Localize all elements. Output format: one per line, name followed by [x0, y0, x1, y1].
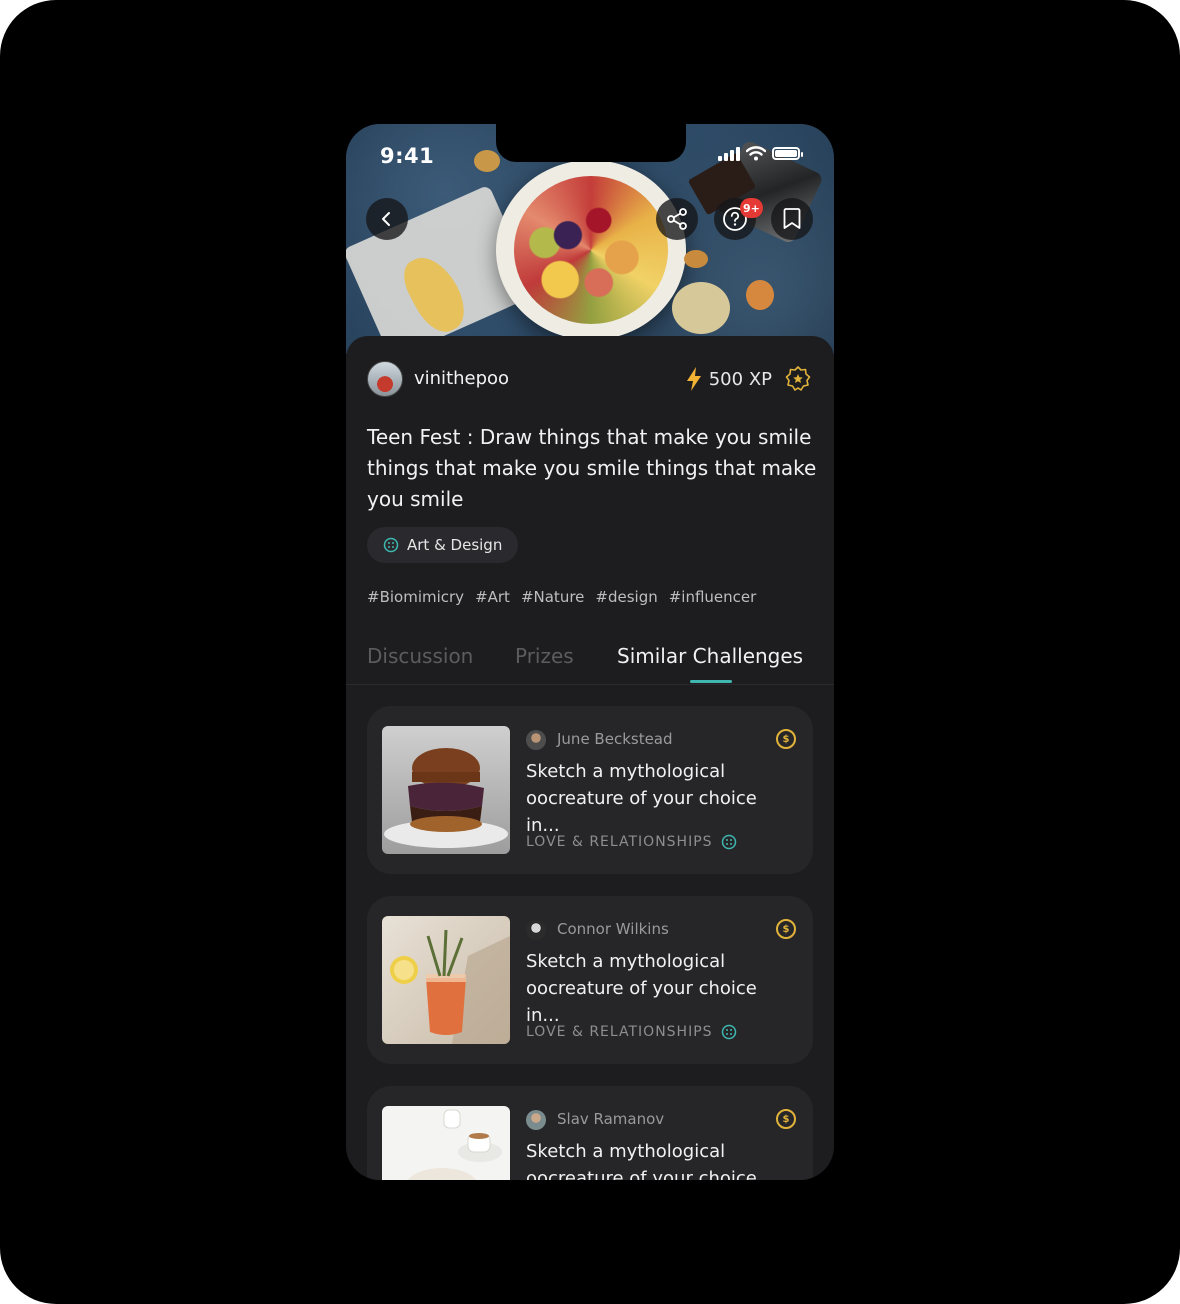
- card-category-label: LOVE & RELATIONSHIPS: [526, 1024, 713, 1040]
- author-name: Connor Wilkins: [557, 920, 669, 938]
- username[interactable]: vinithepoo: [414, 368, 509, 389]
- challenge-card[interactable]: Connor Wilkins $ Sketch a mythological o…: [367, 896, 813, 1064]
- lightning-icon: [686, 367, 701, 391]
- tab-discussion[interactable]: Discussion: [367, 644, 473, 668]
- author-avatar: [526, 920, 546, 940]
- hashtag[interactable]: #Art: [475, 588, 510, 606]
- petal-shape: [684, 250, 708, 268]
- card-title: Sketch a mythological oocreature of your…: [526, 1141, 757, 1180]
- author-avatar: [526, 1110, 546, 1130]
- card-category: LOVE & RELATIONSHIPS: [526, 834, 737, 850]
- xp-reward: 500 XP: [685, 366, 772, 392]
- content-sheet: vinithepoo 500 XP Teen Fest : Draw thing…: [346, 336, 834, 1180]
- category-icon: [721, 1024, 736, 1040]
- avatar[interactable]: [367, 361, 403, 397]
- petal-shape: [746, 280, 774, 310]
- signal-icon: [718, 146, 740, 161]
- tab-prizes[interactable]: Prizes: [515, 644, 574, 668]
- tab-similar-challenges[interactable]: Similar Challenges: [617, 644, 803, 668]
- hashtag[interactable]: #Nature: [521, 588, 584, 606]
- challenge-card[interactable]: June Beckstead $ Sketch a mythological o…: [367, 706, 813, 874]
- coffee-image: [382, 1106, 510, 1180]
- coin-icon: $: [776, 729, 796, 749]
- fruit-bowl-shape: [514, 176, 668, 324]
- notch: [496, 124, 686, 162]
- active-tab-indicator: [690, 680, 732, 683]
- coffee-illustration: [408, 1109, 502, 1180]
- hashtag-list: #Biomimicry #Art #Nature #design #influe…: [367, 588, 756, 606]
- xp-value: 500 XP: [708, 368, 772, 390]
- chevron-left-icon: [382, 212, 390, 226]
- status-time: 9:41: [380, 144, 435, 168]
- hashtag[interactable]: #design: [595, 588, 657, 606]
- bookmark-button[interactable]: [771, 198, 813, 240]
- author-avatar: [526, 730, 546, 750]
- cocktail-illustration: [390, 929, 510, 1044]
- challenge-card[interactable]: Slav Ramanov $ Sketch a mythological ooc…: [367, 1086, 813, 1180]
- category-icon: [721, 834, 736, 850]
- card-title: Sketch a mythological oocreature of your…: [526, 951, 757, 1026]
- tab-bar: Discussion Prizes Similar Challenges: [346, 636, 834, 685]
- status-icons: [718, 146, 803, 161]
- category-label: Art & Design: [407, 536, 503, 554]
- pear-shape: [672, 282, 730, 334]
- card-category-label: LOVE & RELATIONSHIPS: [526, 834, 713, 850]
- notification-badge: 9+: [740, 198, 763, 218]
- petal-shape: [474, 150, 500, 172]
- hashtag[interactable]: #Biomimicry: [367, 588, 464, 606]
- card-title: Sketch a mythological oocreature of your…: [526, 761, 757, 836]
- burger-image: [382, 726, 510, 854]
- category-icon: [383, 537, 399, 553]
- category-chip[interactable]: Art & Design: [367, 527, 519, 563]
- coin-icon: $: [776, 1109, 796, 1129]
- bookmark-icon: [783, 208, 801, 229]
- phone-screen: 9:41 9+ vinithepoo 500 XP Teen Fest: Dr…: [346, 124, 834, 1180]
- device-frame: 9:41 9+ vinithepoo 500 XP Teen Fest: Dr…: [0, 0, 1180, 1304]
- hashtag[interactable]: #influencer: [669, 588, 757, 606]
- battery-icon: [772, 147, 803, 160]
- coin-icon: $: [776, 919, 796, 939]
- burger-illustration: [384, 748, 508, 848]
- share-icon: [667, 208, 687, 230]
- back-button[interactable]: [366, 198, 408, 240]
- author-name: Slav Ramanov: [557, 1110, 665, 1128]
- medal-button[interactable]: [784, 365, 812, 397]
- star-badge-icon: [785, 366, 811, 391]
- card-category: LOVE & RELATIONSHIPS: [526, 1024, 737, 1040]
- author-name: June Beckstead: [557, 730, 673, 748]
- share-button[interactable]: [656, 198, 698, 240]
- cocktail-image: [382, 916, 510, 1044]
- wifi-icon: [746, 146, 766, 161]
- challenge-title: Teen Fest : Draw things that make you sm…: [367, 425, 817, 511]
